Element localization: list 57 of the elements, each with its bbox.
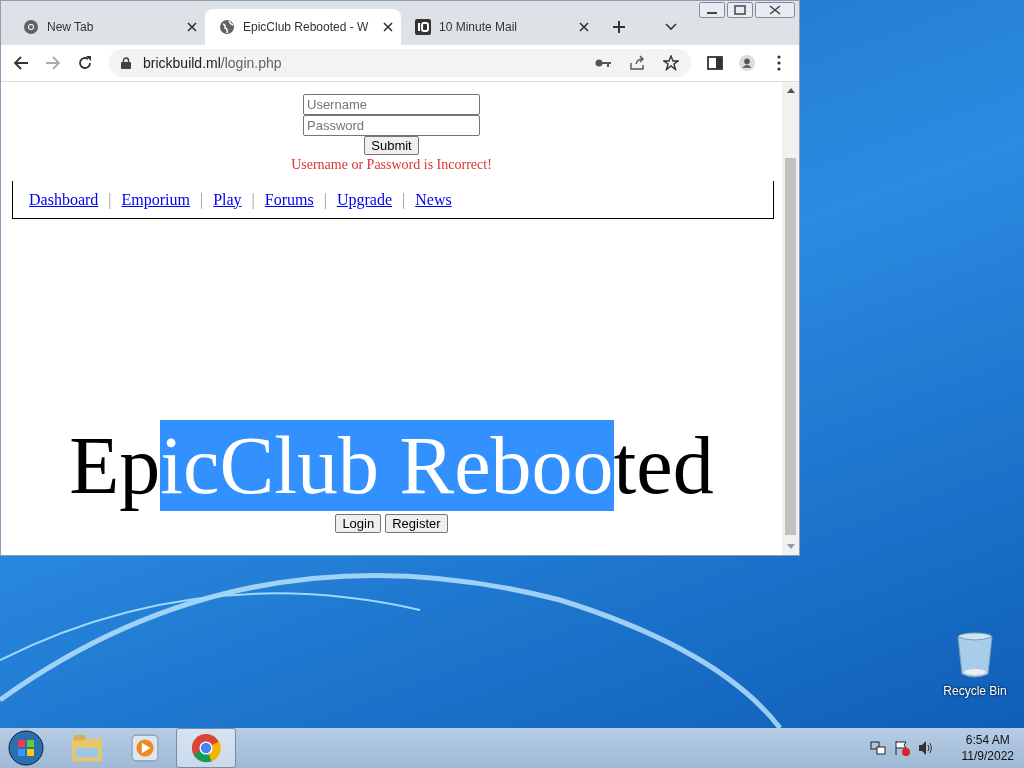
close-icon[interactable]	[187, 22, 197, 32]
browser-tab[interactable]: EpicClub Rebooted - W	[205, 9, 401, 45]
scroll-up-icon[interactable]	[786, 87, 795, 93]
clock-date: 11/9/2022	[961, 748, 1014, 764]
chevron-down-icon[interactable]	[665, 23, 677, 31]
flag-icon[interactable]	[893, 740, 910, 756]
scroll-thumb[interactable]	[785, 158, 796, 535]
taskbar-button[interactable]	[176, 728, 236, 768]
site-title: EpicClub Rebooted	[69, 419, 714, 513]
star-icon[interactable]	[663, 55, 679, 71]
close-icon[interactable]	[755, 2, 795, 18]
separator: |	[323, 190, 327, 209]
lock-icon	[121, 57, 131, 69]
side-panel-icon[interactable]	[707, 55, 723, 71]
chrome-logo-icon	[23, 19, 39, 35]
network-icon[interactable]	[869, 740, 886, 756]
username-field[interactable]: Username	[303, 94, 480, 115]
recycle-bin-icon[interactable]	[957, 632, 993, 678]
profile-avatar-icon[interactable]	[739, 55, 755, 71]
close-icon[interactable]	[383, 22, 393, 32]
globe-icon	[219, 19, 235, 35]
clock-time: 6:54 AM	[965, 732, 1010, 748]
speaker-icon[interactable]	[917, 740, 934, 756]
nav-link[interactable]: Upgrade	[336, 190, 392, 209]
password-field[interactable]: Password	[303, 115, 480, 136]
chrome-logo-icon	[191, 733, 221, 763]
start-button-icon[interactable]	[8, 730, 44, 766]
maximize-icon[interactable]	[727, 2, 753, 18]
reload-icon[interactable]	[77, 55, 93, 71]
square-logo-icon	[415, 19, 431, 35]
browser-tab[interactable]: New Tab	[9, 9, 205, 45]
url-text: brickbuild.ml/login.php	[143, 55, 282, 71]
submit-button[interactable]: Submit	[364, 136, 419, 155]
separator: |	[108, 190, 112, 209]
separator: |	[199, 190, 204, 209]
nav-link[interactable]: News	[415, 190, 452, 209]
nav-link[interactable]: Dashboard	[29, 190, 99, 209]
auth-button[interactable]: Register	[385, 514, 448, 533]
tab-title: EpicClub Rebooted - W	[243, 20, 370, 34]
nav-link[interactable]: Emporium	[121, 190, 190, 209]
tab-title: 10 Minute Mail	[439, 20, 519, 34]
close-icon[interactable]	[579, 22, 589, 32]
separator: |	[402, 190, 406, 209]
share-icon[interactable]	[629, 55, 645, 71]
tab-title: New Tab	[47, 20, 95, 34]
scrollbar[interactable]	[782, 82, 799, 555]
new-tab-icon[interactable]	[613, 21, 625, 33]
nav-link[interactable]: Forums	[264, 190, 314, 209]
auth-button[interactable]: Login	[335, 514, 382, 533]
back-arrow-icon[interactable]	[13, 55, 29, 71]
desktop-icon-label: Recycle Bin	[943, 684, 1007, 698]
separator: |	[251, 190, 255, 209]
error-message: Username or Password is Incorrect!	[291, 157, 492, 173]
nav-link[interactable]: Play	[213, 190, 242, 209]
browser-tab[interactable]: 10 Minute Mail	[401, 9, 597, 45]
minimize-icon[interactable]	[699, 2, 725, 18]
address-bar[interactable]: brickbuild.ml/login.php	[109, 49, 691, 77]
